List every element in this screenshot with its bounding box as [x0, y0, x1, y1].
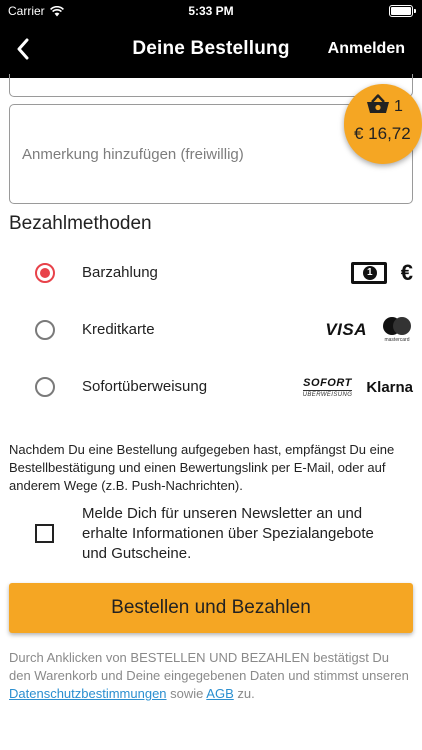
newsletter-option[interactable]: Melde Dich für unseren Newsletter an und… — [0, 503, 422, 565]
sofort-radio[interactable] — [35, 377, 55, 397]
terms-link[interactable]: AGB — [206, 686, 233, 701]
payment-option-sofort[interactable]: Sofortüberweisung SOFORT ÜBERWEISUNG Kla… — [0, 367, 422, 407]
sofort-label: Sofortüberweisung — [82, 378, 208, 395]
battery-icon — [389, 5, 416, 17]
klarna-logo: Klarna — [366, 378, 413, 396]
payment-methods-heading: Bezahlmethoden — [9, 213, 152, 234]
mastercard-label: mastercard — [384, 337, 410, 343]
basket-icon — [367, 94, 389, 113]
status-bar: Carrier 5:33 PM — [0, 0, 422, 22]
basket-button[interactable]: 1 € 16,72 — [344, 84, 422, 164]
order-and-pay-button[interactable]: Bestellen und Bezahlen — [9, 583, 413, 633]
cash-icon: 1 — [350, 262, 387, 284]
previous-input-field[interactable] — [9, 74, 413, 97]
payment-option-credit-card[interactable]: Kreditkarte VISA mastercard — [0, 310, 422, 350]
order-info-text: Nachdem Du eine Bestellung aufgegeben ha… — [9, 442, 395, 493]
visa-logo: VISA — [325, 320, 367, 339]
credit-card-logos: VISA mastercard — [325, 316, 413, 344]
basket-total: € 16,72 — [354, 124, 411, 143]
navigation-bar: Deine Bestellung Anmelden — [0, 22, 422, 78]
mastercard-logo: mastercard — [381, 316, 413, 344]
legal-text-after: zu. — [233, 686, 255, 701]
cash-label: Barzahlung — [82, 264, 158, 281]
legal-text-middle: sowie — [166, 686, 207, 701]
basket-count: 1 — [394, 98, 403, 115]
cash-logos: 1 € — [350, 259, 413, 287]
newsletter-label: Melde Dich für unseren Newsletter an und… — [82, 505, 374, 562]
euro-icon: € — [400, 260, 413, 285]
legal-notice: Durch Anklicken von BESTELLEN UND BEZAHL… — [9, 649, 413, 703]
sofort-logo: SOFORT ÜBERWEISUNG — [302, 376, 353, 398]
privacy-policy-link[interactable]: Datenschutzbestimmungen — [9, 686, 167, 701]
login-button[interactable]: Anmelden — [328, 40, 405, 58]
legal-text-before: Durch Anklicken von BESTELLEN UND BEZAHL… — [9, 650, 409, 683]
cash-radio[interactable] — [35, 263, 55, 283]
sofort-logos: SOFORT ÜBERWEISUNG Klarna — [302, 373, 413, 401]
newsletter-checkbox[interactable] — [35, 524, 54, 543]
note-placeholder: Anmerkung hinzufügen (freiwillig) — [22, 145, 244, 163]
status-time: 5:33 PM — [188, 4, 234, 18]
credit-card-label: Kreditkarte — [82, 321, 155, 338]
payment-option-cash[interactable]: Barzahlung 1 € — [0, 253, 422, 293]
credit-card-radio[interactable] — [35, 320, 55, 340]
